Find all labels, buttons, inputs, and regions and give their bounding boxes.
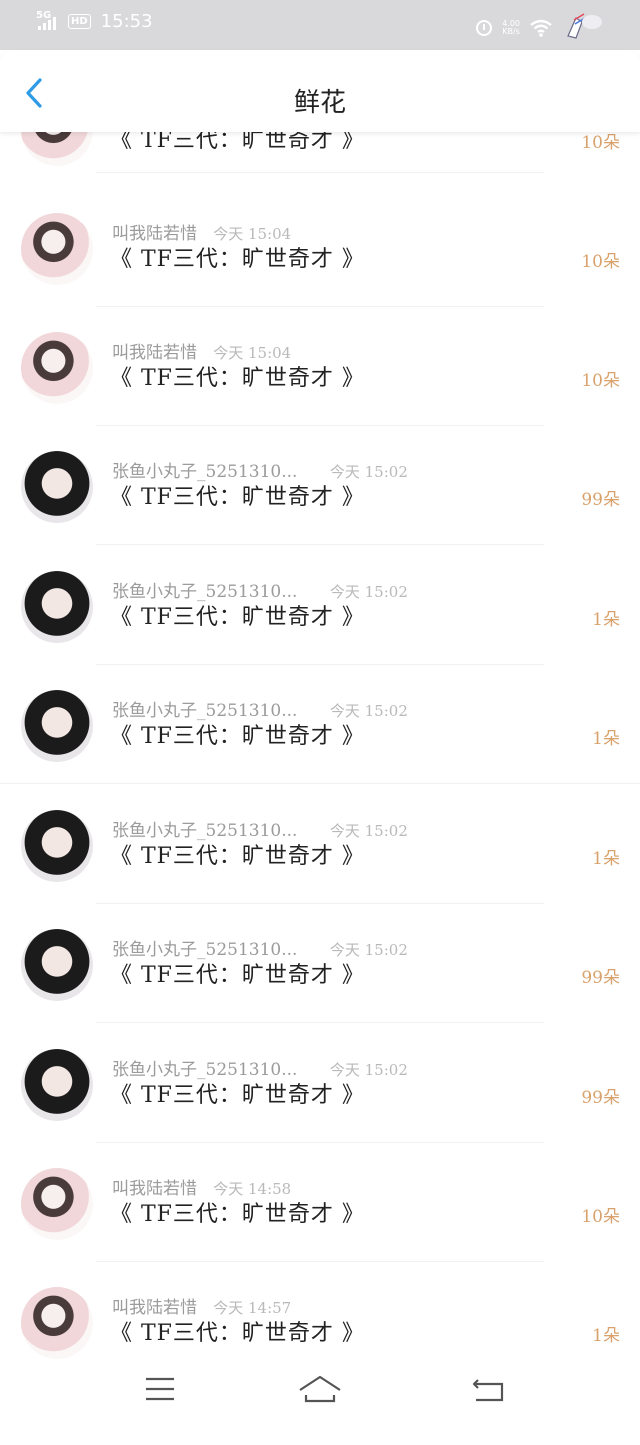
book-title[interactable]: 《 TF三代：旷世奇才 》 [110, 360, 365, 392]
book-title[interactable]: 《 TF三代：旷世奇才 》 [110, 718, 365, 750]
book-title[interactable]: 《 TF三代：旷世奇才 》 [110, 1315, 365, 1347]
avatar[interactable] [21, 451, 93, 523]
divider [96, 1142, 544, 1143]
divider [96, 1261, 544, 1262]
hd-badge: HD [68, 13, 91, 29]
status-left: 5G HD 15:53 [36, 10, 153, 32]
avatar[interactable] [21, 571, 93, 643]
divider [96, 306, 544, 307]
list-item[interactable]: 叫我陆若惜 今天 15:04 《 TF三代：旷世奇才 》 10朵 [0, 213, 640, 371]
book-title[interactable]: 《 TF三代：旷世奇才 》 [110, 599, 365, 631]
list-item[interactable]: 张鱼小丸子_5251310... 今天 15:02 《 TF三代：旷世奇才 》 … [0, 1049, 640, 1207]
battery-weather-icon [562, 12, 604, 44]
avatar[interactable] [21, 690, 93, 762]
alarm-icon [476, 20, 493, 36]
avatar[interactable] [21, 1287, 93, 1359]
divider [0, 783, 640, 784]
home-icon[interactable] [298, 1374, 342, 1408]
divider [96, 903, 544, 904]
book-title[interactable]: 《 TF三代：旷世奇才 》 [110, 479, 365, 511]
divider [96, 544, 544, 545]
wifi-icon [530, 19, 552, 37]
speed-unit: KB/s [502, 27, 520, 36]
network-speed: 4.00 KB/s [502, 20, 520, 36]
navigation-bar: 鲜花 [0, 50, 640, 132]
avatar[interactable] [21, 332, 93, 404]
divider [96, 664, 544, 665]
status-right: 4.00 KB/s [476, 12, 604, 44]
signal-icon: 5G [36, 10, 62, 32]
flower-amount: 99朵 [581, 968, 620, 988]
system-nav-bar [0, 1362, 640, 1427]
book-title[interactable]: 《 TF三代：旷世奇才 》 [110, 957, 365, 989]
page-title: 鲜花 [293, 88, 346, 118]
flower-amount: 10朵 [581, 371, 620, 391]
avatar[interactable] [21, 929, 93, 1001]
book-title[interactable]: 《 TF三代：旷世奇才 》 [110, 1196, 365, 1228]
list-item[interactable]: 《 TF三代：旷世奇才 》 10朵 [0, 94, 640, 252]
flower-amount: 99朵 [581, 490, 620, 510]
flower-amount: 1朵 [592, 1326, 620, 1346]
book-title[interactable]: 《 TF三代：旷世奇才 》 [110, 1077, 365, 1109]
divider [96, 425, 544, 426]
divider [96, 172, 544, 173]
list-item[interactable]: 叫我陆若惜 今天 14:58 《 TF三代：旷世奇才 》 10朵 [0, 1168, 640, 1326]
book-title[interactable]: 《 TF三代：旷世奇才 》 [110, 838, 365, 870]
return-icon[interactable] [472, 1376, 506, 1408]
flower-amount: 1朵 [592, 729, 620, 749]
flower-amount: 1朵 [592, 610, 620, 630]
flower-amount: 10朵 [581, 1207, 620, 1227]
avatar[interactable] [21, 213, 93, 285]
flower-amount: 10朵 [581, 252, 620, 272]
status-bar: 5G HD 15:53 4.00 KB/s [0, 0, 640, 50]
avatar[interactable] [21, 1168, 93, 1240]
flower-amount: 1朵 [592, 849, 620, 869]
flower-amount: 99朵 [581, 1088, 620, 1108]
avatar[interactable] [21, 810, 93, 882]
book-title[interactable]: 《 TF三代：旷世奇才 》 [110, 241, 365, 273]
menu-icon[interactable] [144, 1376, 176, 1406]
divider [96, 1022, 544, 1023]
clock-time: 15:53 [100, 10, 153, 32]
avatar[interactable] [21, 1049, 93, 1121]
